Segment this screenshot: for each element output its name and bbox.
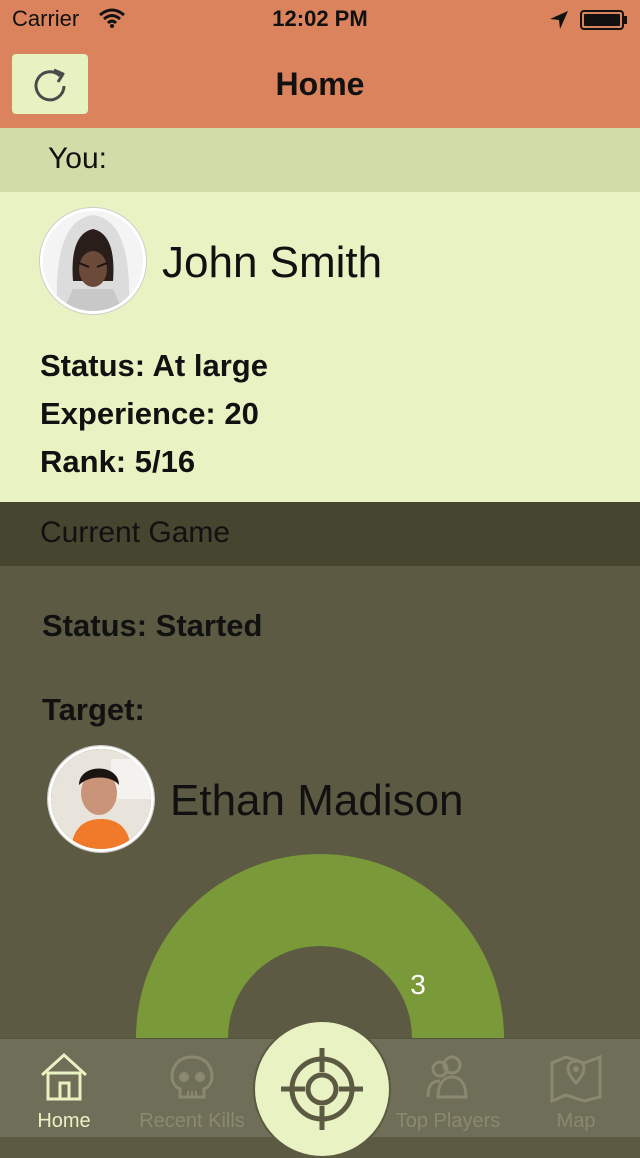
player-avatar[interactable] [40,208,146,314]
battery-icon [580,10,627,30]
target-crosshair-button[interactable] [253,1020,391,1158]
tab-recent-kills-label: Recent Kills [139,1110,245,1132]
gauge-value: 3 [410,969,426,1000]
player-status: Status: At large [40,348,268,383]
tab-home[interactable]: Home [0,1039,128,1137]
tab-map-label: Map [556,1110,596,1132]
people-icon [426,1055,468,1099]
nav-bar: Home [0,40,640,128]
crosshair-icon [281,1048,363,1130]
tab-home-label: Home [37,1110,91,1132]
house-icon [40,1052,88,1101]
map-icon [550,1054,602,1103]
clock: 12:02 PM [272,6,368,31]
page-title: Home [275,66,365,102]
player-rank: Rank: 5/16 [40,444,196,479]
hooded-avatar-image [43,211,143,311]
current-game-panel: Status: Started Target: Ethan Madison 3 [0,566,640,1038]
player-card: John Smith Status: At large Experience: … [0,192,640,502]
gauge-arc [136,854,504,1038]
tab-recent-kills[interactable]: Recent Kills [128,1039,256,1137]
location-arrow-icon [550,11,568,29]
tab-top-players-label: Top Players [395,1110,501,1132]
you-header-label: You: [48,142,107,175]
current-game-label: Current Game [40,516,231,549]
tab-top-players[interactable]: Top Players [384,1039,512,1137]
countdown-gauge: 3 [136,854,504,1038]
current-game-header: Current Game [0,502,640,566]
tab-map[interactable]: Map [512,1039,640,1137]
you-section-header: You: [0,128,640,192]
player-name: John Smith [162,238,383,287]
player-experience: Experience: 20 [40,396,259,431]
status-bar: Carrier 12:02 PM [0,0,640,40]
skull-icon [170,1055,214,1099]
